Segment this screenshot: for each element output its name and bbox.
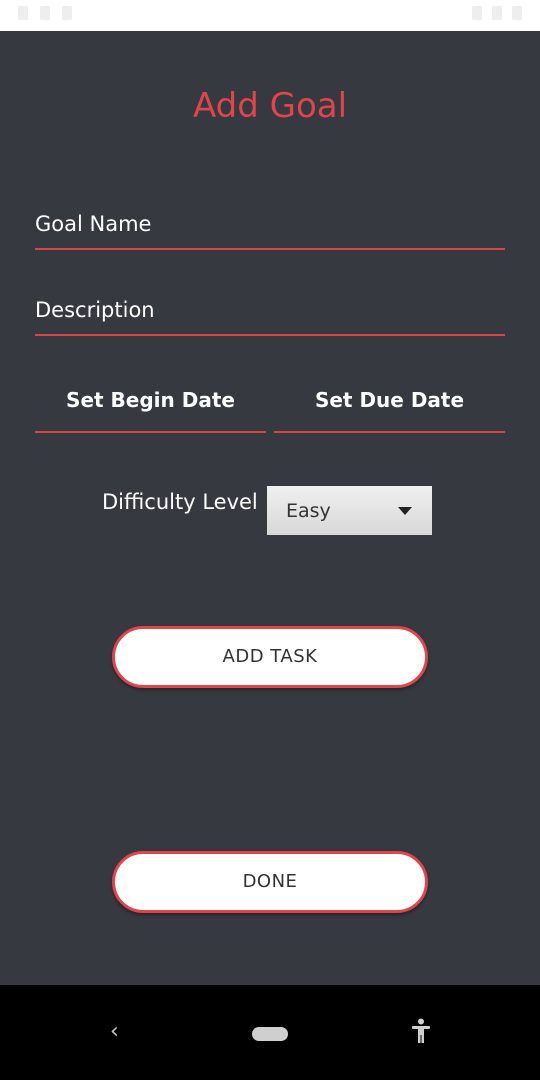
description-placeholder: Description bbox=[35, 298, 155, 322]
wifi-icon bbox=[472, 6, 482, 20]
notification-icon bbox=[62, 6, 72, 20]
difficulty-dropdown[interactable]: Easy bbox=[267, 486, 432, 535]
navigation-bar: ‹ bbox=[0, 985, 540, 1080]
done-button[interactable]: DONE bbox=[112, 851, 428, 913]
accessibility-icon[interactable] bbox=[410, 1018, 432, 1048]
status-bar-system-icons bbox=[472, 6, 522, 20]
difficulty-label: Difficulty Level bbox=[102, 490, 258, 514]
begin-date-field[interactable]: Set Begin Date bbox=[35, 388, 266, 433]
signal-icon bbox=[492, 6, 502, 20]
notification-icon bbox=[40, 6, 50, 20]
difficulty-selected-value: Easy bbox=[286, 499, 331, 522]
notification-icon bbox=[18, 6, 28, 20]
status-bar bbox=[0, 0, 540, 31]
battery-icon bbox=[512, 6, 522, 20]
status-bar-notifications bbox=[18, 6, 72, 20]
back-icon[interactable]: ‹ bbox=[110, 1019, 119, 1044]
due-date-field[interactable]: Set Due Date bbox=[274, 388, 505, 433]
goal-name-field[interactable]: Goal Name bbox=[35, 206, 505, 250]
page-title: Add Goal bbox=[192, 86, 348, 126]
due-date-label: Set Due Date bbox=[314, 388, 465, 412]
home-pill-icon[interactable] bbox=[252, 1027, 288, 1041]
goal-name-placeholder: Goal Name bbox=[35, 212, 152, 236]
add-task-button[interactable]: ADD TASK bbox=[112, 626, 428, 688]
description-field[interactable]: Description bbox=[35, 292, 505, 336]
begin-date-label: Set Begin Date bbox=[66, 388, 235, 412]
caret-down-icon bbox=[398, 506, 412, 515]
